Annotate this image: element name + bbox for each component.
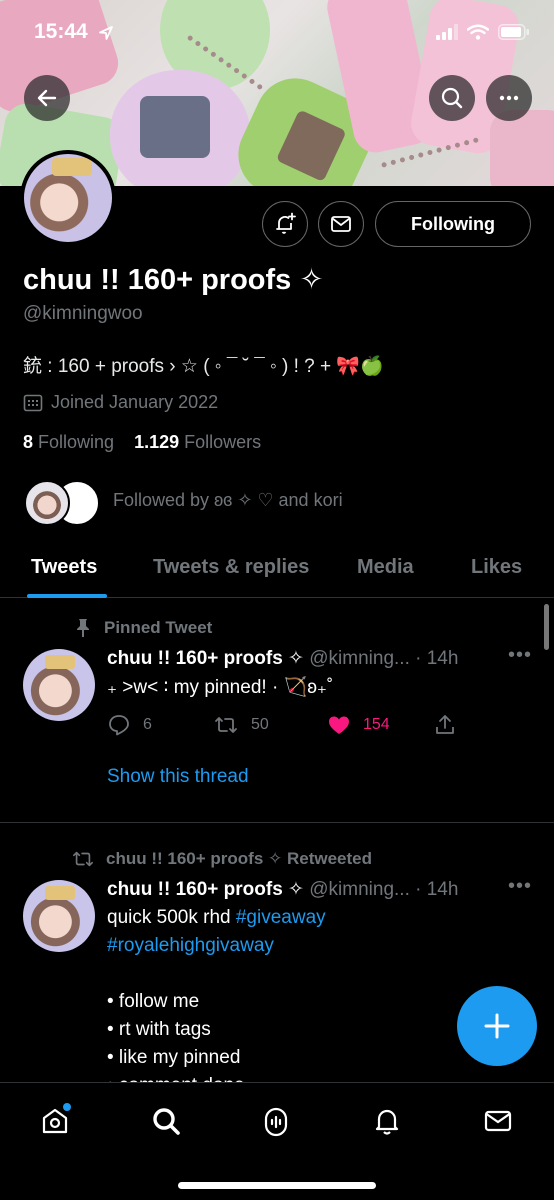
scrollbar[interactable]: [544, 604, 549, 650]
retweet-count: 50: [251, 716, 269, 733]
nav-search[interactable]: [146, 1101, 186, 1141]
message-button[interactable]: [318, 201, 364, 247]
joined-date: Joined January 2022: [23, 392, 218, 413]
bell-plus-icon: [276, 212, 296, 234]
search-icon: [441, 87, 463, 109]
joined-text: Joined January 2022: [51, 392, 219, 412]
search-icon: [153, 1108, 180, 1135]
tweet-text: quick 500k rhd #giveaway #royalehighgiva…: [107, 904, 326, 1100]
messages-icon: [484, 1110, 512, 1132]
nav-messages[interactable]: [478, 1101, 518, 1141]
tweet-actions: 6 50 154: [107, 713, 467, 741]
pinned-tweet-label: Pinned Tweet: [104, 618, 213, 637]
retweeted-label: chuu !! 160+ proofs ✧ Retweeted: [70, 848, 372, 870]
profile-bio: 銃 : 160 + proofs › ☆ ( ◦ ¯ ˘ ¯ ◦ ) ! ? +…: [23, 356, 384, 377]
profile-tabs: Tweets Tweets & replies Media Likes: [0, 540, 554, 598]
tweet-header: chuu !! 160+ proofs ✧ @kimning... · 14h: [107, 647, 458, 670]
arrow-left-icon: [37, 89, 57, 107]
reply-button[interactable]: 6: [107, 713, 152, 737]
retweet-button[interactable]: 50: [213, 713, 269, 737]
like-button[interactable]: 154: [327, 713, 390, 737]
profile-name: chuu !! 160+ proofs ✧: [23, 264, 324, 296]
more-icon: [499, 95, 519, 101]
profile-avatar[interactable]: [20, 150, 116, 246]
envelope-icon: [331, 216, 351, 232]
tab-tweets[interactable]: Tweets: [31, 556, 97, 579]
share-button[interactable]: [433, 713, 457, 737]
retweeted-text[interactable]: chuu !! 160+ proofs ✧ Retweeted: [106, 849, 372, 869]
tweet-author[interactable]: chuu !! 160+ proofs ✧: [107, 879, 304, 900]
search-button[interactable]: [429, 75, 475, 121]
tweet-avatar[interactable]: [23, 649, 95, 721]
tweet-avatar[interactable]: [23, 880, 95, 952]
follower-avatar: [24, 480, 70, 526]
share-icon: [436, 715, 454, 734]
follow-counts: 8 Following 1.129 Followers: [23, 432, 261, 453]
banner-toy: [490, 110, 554, 186]
like-count: 154: [363, 716, 390, 733]
nav-home[interactable]: [35, 1101, 75, 1141]
spaces-icon: [264, 1107, 288, 1137]
hashtag-link[interactable]: #royalehighgivaway: [107, 935, 274, 956]
retweet-icon: [73, 851, 93, 867]
wifi-icon: [467, 24, 489, 40]
tweet-author[interactable]: chuu !! 160+ proofs ✧: [107, 648, 304, 669]
tweet-more-icon[interactable]: •••: [508, 644, 532, 667]
status-bar: 15:44: [0, 0, 554, 70]
list-item: • rt with tags: [107, 1019, 211, 1040]
calendar-icon: [23, 394, 43, 411]
reply-icon: [109, 715, 129, 736]
followers-count-link[interactable]: 1.129 Followers: [134, 432, 261, 452]
followed-by-avatars[interactable]: [24, 480, 104, 526]
list-item: • follow me: [107, 991, 200, 1012]
tweet-handle-time: @kimning... · 14h: [309, 648, 459, 669]
tab-tweets-replies[interactable]: Tweets & replies: [153, 556, 309, 579]
tweet-text: ₊ >w< ∶ my pinned! · 🏹ʚ₊˚: [107, 677, 334, 698]
tweet-handle-time: @kimning... · 14h: [309, 879, 459, 900]
following-count-link[interactable]: 8 Following: [23, 432, 114, 452]
status-time: 15:44: [34, 20, 88, 43]
reply-count: 6: [143, 716, 152, 733]
cellular-signal-icon: [436, 24, 458, 40]
list-item: • like my pinned: [107, 1047, 241, 1068]
tab-media[interactable]: Media: [357, 556, 414, 579]
hashtag-link[interactable]: #giveaway: [236, 907, 326, 928]
nav-spaces[interactable]: [256, 1101, 296, 1141]
status-indicators: [436, 24, 530, 40]
compose-tweet-button[interactable]: [457, 986, 537, 1066]
pin-icon: [77, 619, 89, 637]
more-button[interactable]: [486, 75, 532, 121]
heart-filled-icon: [329, 716, 349, 734]
profile-handle: @kimningwoo: [23, 303, 143, 324]
tweet-header: chuu !! 160+ proofs ✧ @kimning... · 14h: [107, 878, 458, 901]
followed-by-text[interactable]: Followed by ʚɞ ✧ ♡ and kori: [113, 490, 343, 511]
notifications-icon: [375, 1109, 399, 1135]
nav-notifications[interactable]: [367, 1101, 407, 1141]
pinned-label: Pinned Tweet: [72, 617, 212, 639]
tweet-more-icon[interactable]: •••: [508, 875, 532, 898]
banner-toy: [110, 70, 250, 186]
home-indicator[interactable]: [178, 1182, 376, 1189]
active-tab-indicator: [27, 594, 107, 598]
retweet-icon: [215, 717, 237, 733]
back-button[interactable]: [24, 75, 70, 121]
location-arrow-icon: [99, 26, 113, 40]
notification-dot: [63, 1103, 71, 1111]
following-button[interactable]: Following: [375, 201, 531, 247]
battery-icon: [498, 24, 529, 40]
notify-button[interactable]: [262, 201, 308, 247]
show-thread-link[interactable]: Show this thread: [107, 766, 249, 788]
plus-icon: [484, 1013, 510, 1039]
tweet-divider: [0, 822, 554, 823]
tab-likes[interactable]: Likes: [471, 556, 522, 579]
